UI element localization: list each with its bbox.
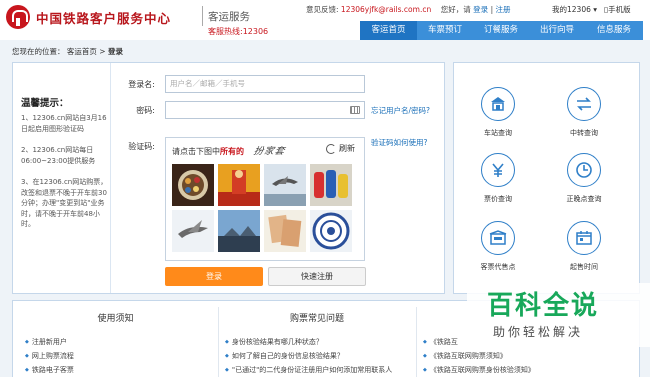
watermark-main: 百科全说: [487, 291, 600, 321]
username-label: 登录名:: [128, 80, 155, 89]
service-label: 客票代售点: [480, 263, 516, 271]
captcha-tile[interactable]: [264, 210, 306, 252]
faq-link[interactable]: 如何了解自己的身份信息核验结果？: [225, 351, 344, 361]
greeting: 您好，请: [440, 5, 471, 14]
faq-link[interactable]: "已通过"的二代身份证注册用户如何添加常用联系人: [225, 365, 413, 375]
sale-time-icon: [567, 221, 601, 255]
captcha-box: 请点击下图中所有的 扮家套 刷新: [165, 137, 365, 261]
service-label: 车站查询: [484, 129, 512, 137]
brand-subtitle: 客运服务: [208, 11, 250, 23]
link-separator: |: [490, 5, 494, 14]
rules-link[interactable]: 《铁路互联网购票身份核验须知》: [423, 365, 535, 375]
railway-logo-icon[interactable]: [6, 5, 30, 29]
register-link[interactable]: 注册: [495, 5, 510, 14]
service-panel: 车站查询 中转查询 票价查询 正晚点查询 客票代售点 起售时间: [453, 62, 640, 294]
breadcrumb-current: 登录: [107, 47, 123, 56]
mobile-version-label: 手机版: [608, 5, 631, 14]
service-agency[interactable]: 客票代售点: [472, 221, 524, 272]
clock-icon: [567, 153, 601, 187]
username-input[interactable]: 用户名／邮箱／手机号: [165, 75, 365, 93]
tips-title: 温馨提示：: [21, 98, 69, 109]
notice-link[interactable]: 注册新用户: [25, 337, 67, 347]
feedback-email-link[interactable]: 12306yjfk@rails.com.cn: [341, 5, 431, 14]
agency-icon: [481, 221, 515, 255]
breadcrumb-home-link[interactable]: 客运首页: [67, 47, 97, 56]
nav-item-home[interactable]: 客运首页: [360, 21, 417, 40]
mobile-version-link[interactable]: ▯手机版: [604, 4, 631, 15]
captcha-refresh-button[interactable]: 刷新: [326, 143, 355, 154]
transfer-icon: [567, 87, 601, 121]
quick-register-button[interactable]: 快速注册: [268, 267, 366, 286]
brand-name: 中国铁路客户服务中心: [36, 11, 172, 26]
captcha-help-link[interactable]: 验证码如何使用?: [371, 137, 427, 148]
captcha-prompt-text: 请点击下图中: [172, 147, 220, 156]
top-bar: 中国铁路客户服务中心 客运服务 客服热线:12306 意见反馈: 12306yj…: [0, 0, 650, 40]
service-transfer-query[interactable]: 中转查询: [558, 87, 610, 138]
forgot-password-link[interactable]: 忘记用户名/密码?: [371, 105, 430, 116]
password-input[interactable]: [165, 101, 365, 119]
hotline: 客服热线:12306: [208, 27, 269, 36]
keyboard-icon[interactable]: [350, 106, 360, 114]
tips-column: 温馨提示： 1、12306.cn网站自3月16日起启用图形验证码 2、12306…: [13, 63, 111, 293]
top-links: 意见反馈: 12306yjfk@rails.com.cn 您好，请 登录 | 注…: [306, 4, 510, 15]
tip-item: 2、12306.cn网站每日06:00~23:00提供服务: [21, 146, 96, 165]
my12306-menu[interactable]: 我的12306 ▾: [552, 4, 597, 15]
notice-link[interactable]: 铁路电子客票: [25, 365, 74, 375]
site-watermark: 百科全说 助你轻松解决: [467, 283, 650, 347]
breadcrumb: 您现在的位置： 客运首页 > 登录: [12, 46, 123, 57]
brand-divider: [202, 6, 203, 26]
login-panel: 温馨提示： 1、12306.cn网站自3月16日起启用图形验证码 2、12306…: [12, 62, 445, 294]
nav-item-travel-guide[interactable]: 出行向导: [529, 21, 585, 40]
captcha-tile[interactable]: [172, 210, 214, 252]
nav-item-catering[interactable]: 订餐服务: [473, 21, 529, 40]
captcha-label: 验证码:: [128, 142, 155, 151]
faq-title: 购票常见问题: [289, 314, 344, 324]
captcha-tile[interactable]: [218, 210, 260, 252]
captcha-tile[interactable]: [310, 210, 352, 252]
station-icon: [481, 87, 515, 121]
nav-item-booking[interactable]: 车票预订: [417, 21, 473, 40]
service-label: 票价查询: [484, 195, 512, 203]
captcha-tile[interactable]: [264, 164, 306, 206]
login-button[interactable]: 登录: [165, 267, 263, 286]
captcha-tile[interactable]: [218, 164, 260, 206]
page: 中国铁路客户服务中心 客运服务 客服热线:12306 意见反馈: 12306yj…: [0, 0, 650, 377]
service-label: 中转查询: [570, 129, 598, 137]
breadcrumb-prefix: 您现在的位置：: [12, 47, 65, 56]
captcha-word-image: 扮家套: [252, 146, 287, 157]
ticket-price-icon: [481, 153, 515, 187]
captcha-prompt-keyword: 所有的: [220, 147, 244, 156]
faq-column: 购票常见问题 身份核验结果有哪几种状态？ 如何了解自己的身份信息核验结果？ "已…: [219, 301, 415, 377]
service-label: 正晚点查询: [566, 195, 602, 203]
rules-link[interactable]: 《铁路互联网购票须知》: [423, 351, 507, 361]
service-ticket-price[interactable]: 票价查询: [472, 153, 524, 204]
faq-link[interactable]: 身份核验结果有哪几种状态？: [225, 337, 323, 347]
breadcrumb-arrow: >: [99, 47, 106, 56]
captcha-prompt: 请点击下图中所有的: [172, 146, 244, 157]
rules-link[interactable]: 《铁路互: [423, 337, 458, 347]
captcha-tile[interactable]: [310, 164, 352, 206]
main-nav: 客运首页 车票预订 订餐服务 出行向导 信息服务: [360, 21, 643, 40]
feedback-label: 意见反馈:: [306, 5, 339, 14]
service-sale-time[interactable]: 起售时间: [558, 221, 610, 272]
notice-title: 使用须知: [97, 314, 134, 324]
refresh-icon: [326, 143, 336, 154]
watermark-sub: 助你轻松解决: [493, 325, 584, 339]
tip-item: 3、在12306.cn网站购票，改签和退票不晚于开车前30分钟；办理"变更到站"…: [21, 178, 108, 228]
nav-item-info-service[interactable]: 信息服务: [585, 21, 643, 40]
refresh-label: 刷新: [339, 144, 355, 153]
password-label: 密码:: [136, 106, 155, 115]
service-delay-query[interactable]: 正晚点查询: [558, 153, 610, 204]
tip-item: 1、12306.cn网站自3月16日起启用图形验证码: [21, 114, 107, 133]
notice-link[interactable]: 网上购票流程: [25, 351, 74, 361]
login-link[interactable]: 登录: [473, 5, 488, 14]
service-label: 起售时间: [570, 263, 598, 271]
captcha-tile[interactable]: [172, 164, 214, 206]
service-station-query[interactable]: 车站查询: [472, 87, 524, 138]
notice-column: 使用须知 注册新用户 网上购票流程 铁路电子客票: [13, 301, 218, 377]
